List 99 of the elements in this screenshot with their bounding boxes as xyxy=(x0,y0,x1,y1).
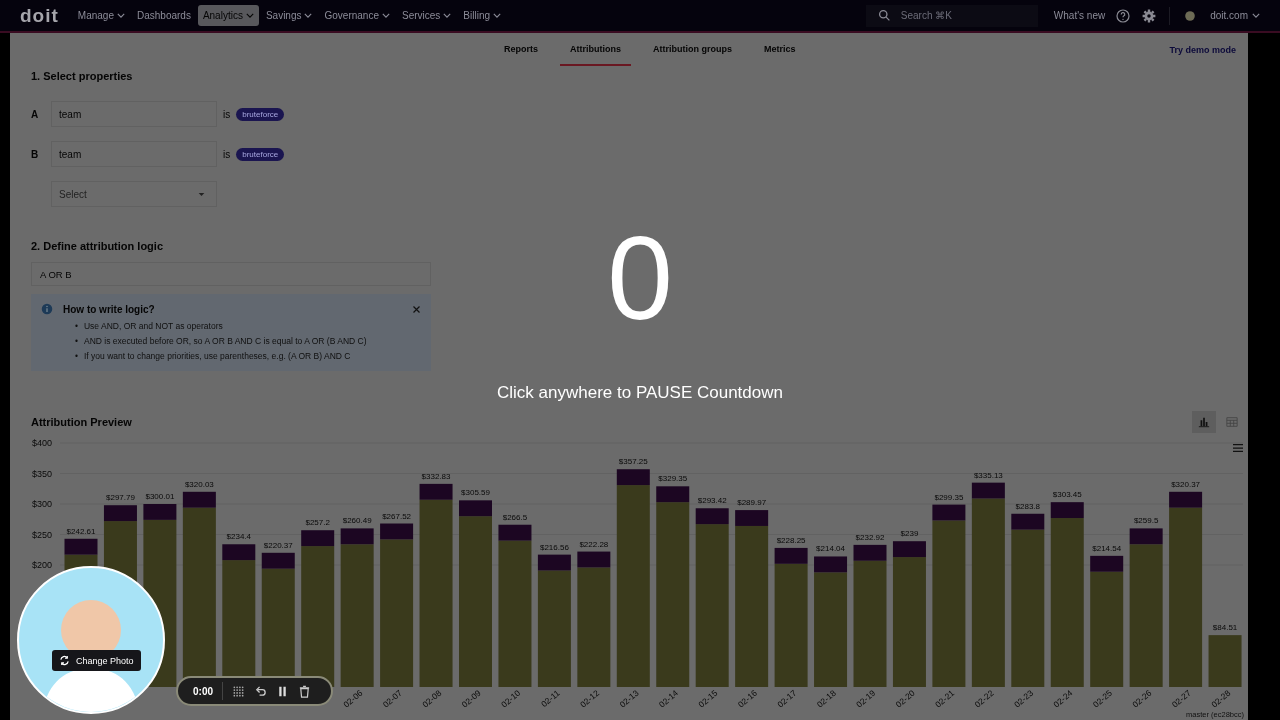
operator-text: is xyxy=(223,108,231,120)
y-axis-label: $200 xyxy=(31,560,52,570)
bar-value-label: $220.37 xyxy=(263,540,293,550)
info-title: How to write logic? xyxy=(63,303,155,315)
help-icon[interactable] xyxy=(1115,7,1132,24)
bar-value-label: $329.35 xyxy=(658,474,688,484)
search-field[interactable]: Search ⌘K xyxy=(898,9,1013,22)
section-title: 1. Select properties xyxy=(31,70,134,82)
preview-title: Attribution Preview xyxy=(31,416,132,428)
nav-menu-item[interactable]: Billing xyxy=(458,5,506,26)
bullet-marker: • xyxy=(75,320,78,332)
bar-value-label: $239 xyxy=(900,529,919,539)
property-field[interactable]: team xyxy=(51,101,217,127)
info-bullet: AND is executed before OR, so A OR B AND C is equal to A OR (B AND C) xyxy=(84,335,367,347)
bar-value-label: $259.5 xyxy=(1133,516,1159,526)
bullet-marker: • xyxy=(75,335,78,347)
y-axis-label: $350 xyxy=(31,468,52,479)
nav-menu-item[interactable]: Governance xyxy=(319,5,395,26)
countdown-number: 0 xyxy=(606,213,674,343)
pause-icon[interactable] xyxy=(276,684,289,698)
tab[interactable]: Attributions xyxy=(560,33,631,66)
bar-value-label: $299.35 xyxy=(934,492,964,502)
countdown-hint[interactable]: Click anywhere to PAUSE Countdown xyxy=(480,383,800,403)
bar-value-label: $222.28 xyxy=(579,539,609,549)
property-letter: A xyxy=(31,108,40,120)
menu-icon[interactable] xyxy=(1232,443,1244,453)
nav-menu-item[interactable]: Dashboards xyxy=(131,5,196,26)
chevron-down-icon xyxy=(493,13,501,18)
bar-value-label: $320.03 xyxy=(184,479,214,489)
info-bullet: If you want to change priorities, use parentheses, e.g. (A OR B) AND C xyxy=(84,350,351,362)
trash-icon[interactable] xyxy=(298,684,311,698)
nav-menu-item[interactable]: Savings xyxy=(260,5,318,26)
value-chip[interactable]: bruteforce xyxy=(236,147,285,161)
table-icon xyxy=(1226,415,1238,429)
change-photo-button[interactable]: Change Photo xyxy=(52,650,141,671)
chevron-down-icon xyxy=(381,13,390,18)
bar-value-label: $266.5 xyxy=(502,512,528,522)
account-menu[interactable]: doit.com xyxy=(1204,9,1266,22)
bar-value-label: $289.97 xyxy=(737,498,767,508)
y-axis-label: $400 xyxy=(31,438,52,448)
value-chip[interactable]: bruteforce xyxy=(236,107,285,121)
bar-segment xyxy=(1208,635,1242,687)
chevron-down-icon xyxy=(1252,13,1260,18)
info-icon xyxy=(41,303,53,315)
bar-value-label: $332.83 xyxy=(421,471,451,481)
close-icon[interactable] xyxy=(412,304,421,314)
info-bullet: Use AND, OR and NOT as operators xyxy=(84,320,223,332)
grid-dots-icon[interactable] xyxy=(232,684,245,698)
bar-value-label: $214.04 xyxy=(816,544,845,554)
bar-segment xyxy=(64,538,98,555)
nav-menu-item[interactable]: Manage xyxy=(72,5,130,26)
property-letter: B xyxy=(31,148,40,160)
recording-timer: 0:00 xyxy=(193,685,213,697)
tab[interactable]: Metrics xyxy=(754,33,806,66)
bar-value-label: $305.59 xyxy=(461,488,490,498)
chevron-down-icon xyxy=(245,13,254,18)
view-toggle-button[interactable] xyxy=(1192,411,1216,433)
bar-value-label: $357.25 xyxy=(618,457,648,467)
bar-value-label: $84.51 xyxy=(1212,623,1238,633)
property-field[interactable]: team xyxy=(51,141,217,167)
settings-icon[interactable] xyxy=(1141,7,1158,24)
bullet-marker: • xyxy=(75,350,78,362)
whats-new-link[interactable]: What's new xyxy=(1049,10,1110,21)
bar-value-label: $297.79 xyxy=(106,493,135,503)
logic-field[interactable]: A OR B xyxy=(31,262,431,286)
bar-value-label: $300.01 xyxy=(145,492,175,501)
tab[interactable]: Attribution groups xyxy=(643,33,742,66)
bar-value-label: $216.56 xyxy=(539,542,569,552)
section-title: 2. Define attribution logic xyxy=(31,240,164,252)
nav-menu-item[interactable]: Services xyxy=(396,5,457,26)
y-axis-label: $300 xyxy=(31,499,52,509)
bar-value-label: $228.25 xyxy=(776,535,806,545)
doit-logo[interactable]: doit xyxy=(20,4,59,27)
undo-icon[interactable] xyxy=(254,684,267,698)
bar-value-label: $320.37 xyxy=(1171,479,1201,489)
refresh-icon xyxy=(59,655,70,666)
tab[interactable]: Reports xyxy=(494,33,548,66)
bar-value-label: $234.4 xyxy=(226,532,252,542)
chevron-down-icon xyxy=(116,13,125,18)
bar-value-label: $232.92 xyxy=(855,532,885,542)
property-select[interactable]: Select xyxy=(51,181,217,207)
bar-value-label: $267.52 xyxy=(382,511,412,521)
bar-value-label: $293.42 xyxy=(697,496,727,506)
bar-value-label: $214.54 xyxy=(1092,543,1122,553)
y-axis-label: $250 xyxy=(31,529,52,540)
demo-mode-link[interactable]: Try demo mode xyxy=(1163,33,1242,66)
chevron-down-icon xyxy=(304,13,313,18)
operator-text: is xyxy=(223,148,231,160)
search-bar[interactable]: Search ⌘K xyxy=(865,4,1038,27)
bar-value-label: $335.13 xyxy=(973,470,1003,480)
bar-value-label: $257.2 xyxy=(305,518,330,528)
bar-value-label: $303.45 xyxy=(1052,490,1082,500)
bar-chart-icon xyxy=(1198,415,1210,429)
dropdown-arrow-icon xyxy=(198,192,205,197)
bar-value-label: $260.49 xyxy=(342,516,372,526)
search-icon xyxy=(877,9,891,22)
bar-value-label: $242.61 xyxy=(66,526,96,536)
chevron-down-icon xyxy=(443,13,452,18)
bar-value-label: $283.8 xyxy=(1015,501,1041,511)
